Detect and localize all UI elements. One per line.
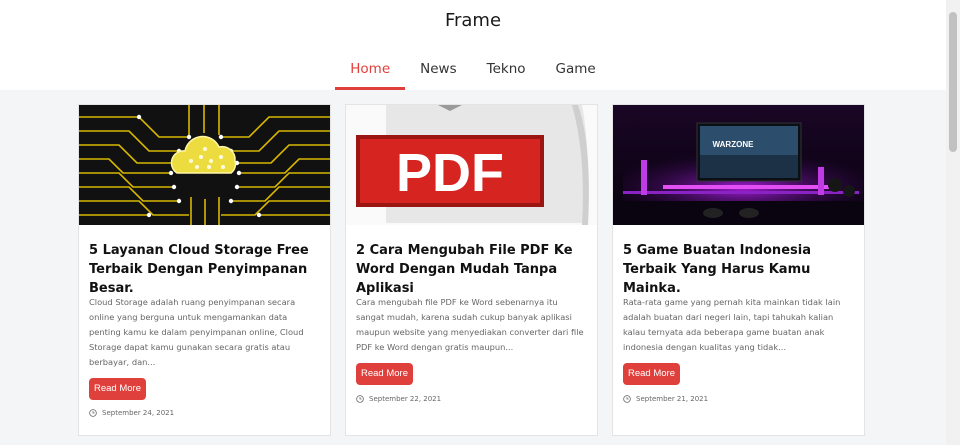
- post-thumbnail-game[interactable]: WARZONE: [613, 105, 864, 225]
- pdf-thumb-text: PDF: [396, 143, 504, 203]
- post-excerpt: Cloud Storage adalah ruang penyimpanan s…: [89, 297, 304, 367]
- post-excerpt: Cara mengubah file PDF ke Word sebenarny…: [356, 297, 584, 352]
- post-date: September 21, 2021: [623, 395, 708, 403]
- site-title[interactable]: Frame: [0, 10, 946, 31]
- post-card: PDF 2 Cara Mengubah File PDF Ke Word Den…: [345, 104, 598, 436]
- post-title[interactable]: 5 Layanan Cloud Storage Free Terbaik Den…: [89, 241, 320, 298]
- post-date-text: September 21, 2021: [636, 395, 709, 403]
- scrollbar-thumb[interactable]: [949, 12, 957, 152]
- read-more-button[interactable]: Read More: [89, 378, 146, 400]
- nav-item-game[interactable]: Game: [541, 58, 611, 90]
- post-card: 5 Layanan Cloud Storage Free Terbaik Den…: [78, 104, 331, 436]
- post-thumbnail-cloud[interactable]: [79, 105, 330, 225]
- read-more-button[interactable]: Read More: [623, 363, 680, 385]
- main-nav: Home News Tekno Game: [0, 58, 946, 90]
- post-card: WARZONE 5 Game Buatan Indonesia Terbaik …: [612, 104, 865, 436]
- clock-icon: [356, 395, 364, 403]
- post-date: September 24, 2021: [89, 409, 174, 417]
- post-date: September 22, 2021: [356, 395, 441, 403]
- site-header: Frame Home News Tekno Game: [0, 0, 946, 90]
- post-title[interactable]: 2 Cara Mengubah File PDF Ke Word Dengan …: [356, 241, 587, 298]
- clock-icon: [623, 395, 631, 403]
- post-excerpt: Rata-rata game yang pernah kita mainkan …: [623, 297, 841, 352]
- post-title[interactable]: 5 Game Buatan Indonesia Terbaik Yang Har…: [623, 241, 854, 298]
- post-date-text: September 22, 2021: [369, 395, 442, 403]
- clock-icon: [89, 409, 97, 417]
- read-more-button[interactable]: Read More: [356, 363, 413, 385]
- nav-item-tekno[interactable]: Tekno: [472, 58, 541, 90]
- nav-item-news[interactable]: News: [405, 58, 471, 90]
- game-thumb-text: WARZONE: [713, 140, 755, 149]
- post-date-text: September 24, 2021: [102, 409, 175, 417]
- post-thumbnail-pdf[interactable]: PDF: [346, 105, 597, 225]
- nav-item-home[interactable]: Home: [335, 58, 406, 90]
- page-scrollbar[interactable]: [946, 0, 960, 445]
